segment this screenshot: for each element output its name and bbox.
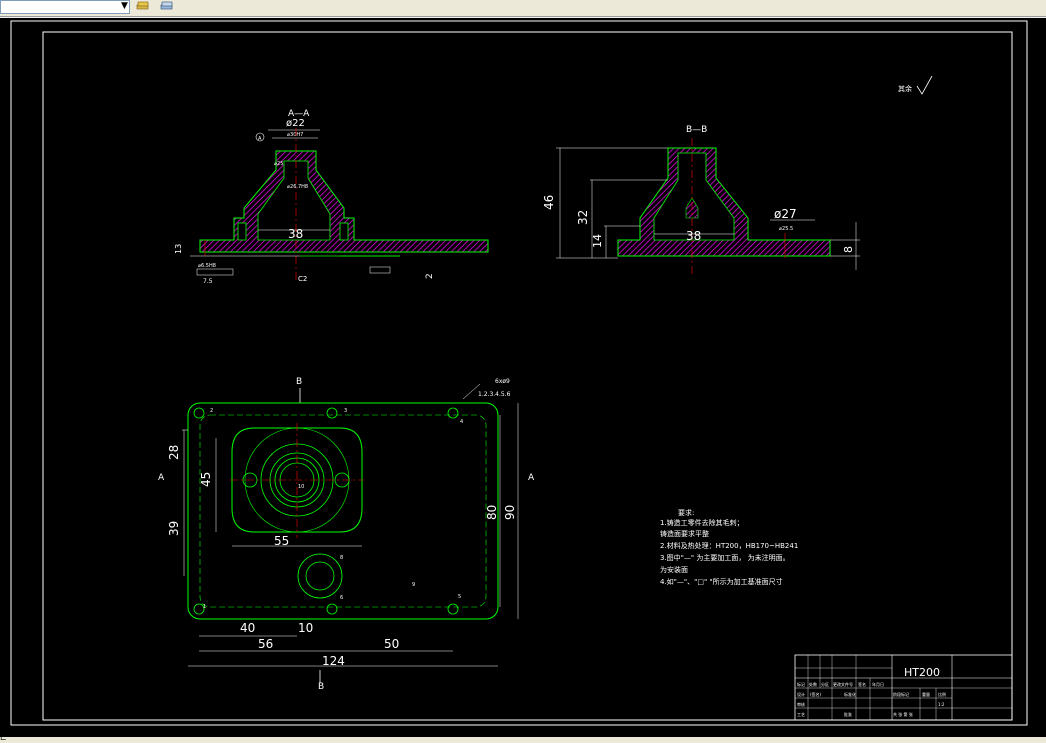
tol-d25-5: ⌀25.5 [779, 226, 793, 232]
roughness-note: 其余 [898, 84, 912, 93]
technical-notes: 要求: 1.铸造工零件去除其毛刺； 铸造面要求平整 2.材料及热处理：HT200… [660, 508, 798, 586]
section-bb-label: B—B [686, 125, 707, 135]
hole-label-9: 9 [412, 582, 415, 588]
hole-label-1: 1 [203, 604, 206, 610]
status-bar: ⊏ [0, 733, 1046, 743]
dim-124: 124 [322, 654, 345, 668]
dim-28: 28 [167, 445, 181, 460]
dim-10: 10 [298, 621, 313, 635]
tb-review: 审核 [797, 701, 805, 707]
dim-39: 39 [167, 521, 181, 536]
dim-c2: C2 [298, 275, 307, 283]
dim-90: 90 [503, 505, 517, 520]
tb-weight: 重量 [922, 691, 930, 697]
tb-date: 年月日 [872, 681, 884, 687]
tb-approve: 批准 [844, 711, 852, 717]
plan-a-right: A [528, 473, 535, 483]
tb-scale: 比例 [938, 691, 946, 697]
ucs-icon: ⊏ [0, 733, 7, 742]
chevron-down-icon[interactable]: ▼ [121, 1, 128, 11]
tb-mark: 标记 [797, 681, 805, 687]
tb-sheets: 共 张 第 张 [893, 711, 913, 717]
tb-count: 处数 [809, 681, 817, 687]
dim-50: 50 [384, 637, 399, 651]
dim-14: 14 [591, 234, 604, 248]
tb-scale-value: 1:2 [938, 702, 945, 707]
dim-2: 2 [425, 273, 435, 279]
layer-properties-icon[interactable] [136, 0, 150, 12]
plan-a-left: A [158, 473, 165, 483]
dim-d27: ø27 [774, 207, 797, 221]
dim-45: 45 [199, 472, 213, 487]
hole-label-3: 3 [344, 408, 347, 414]
dim-55: 55 [274, 534, 289, 548]
dim-7-5: 7.5 [203, 278, 213, 285]
notes-line1: 1.铸造工零件去除其毛刺； [660, 518, 744, 527]
plan-b-top: B [296, 377, 302, 387]
tb-zone: 分区 [821, 681, 829, 687]
tol-d25: ⌀25 [274, 161, 283, 167]
outer-frame [10, 20, 1028, 726]
hole-label-6: 6 [340, 595, 343, 601]
tb-change: 更改文件号 [833, 681, 853, 687]
tb-standard: 标准化 [844, 691, 856, 697]
hole-label-8: 8 [340, 555, 343, 561]
layer-states-icon[interactable] [160, 0, 174, 12]
dim-8: 8 [842, 246, 855, 253]
dim-40: 40 [240, 621, 255, 635]
plan-view: B B A A 10 8 2 3 4 1 6 5 9 6xø9 1.2.3.4.… [158, 377, 535, 692]
notes-line5: 为安装面 [660, 565, 688, 574]
section-aa-view: A—A ø22 ⌀30H7 A ⌀25 ⌀26.7H8 38 13 ⌀6.5H8… [174, 109, 489, 285]
hole-label-2: 2 [210, 408, 213, 414]
dim-32: 32 [576, 210, 590, 225]
dim-38-front: 38 [288, 227, 303, 241]
dim-46: 46 [542, 195, 556, 210]
tol-d26-7: ⌀26.7H8 [287, 184, 308, 190]
holes-callout: 6xø9 [495, 378, 510, 385]
tb-design-sign: (签名) [810, 691, 822, 697]
dim-80: 80 [485, 505, 499, 520]
notes-line4: 3.图中"—" 为主要加工面， 为未注明面。 [660, 553, 790, 562]
notes-line3: 2.材料及热处理：HT200，HB170~HB241 [660, 541, 798, 550]
tol-d6-5: ⌀6.5H8 [198, 263, 216, 269]
material-label: HT200 [904, 666, 940, 679]
notes-line6: 4.如"—"、"□" "所示为加工基准面尺寸 [660, 577, 783, 586]
notes-title: 要求: [678, 508, 694, 517]
tb-process: 工艺 [797, 712, 805, 717]
section-bb-view: B—B 46 32 14 38 ø27 ⌀25.5 8 [542, 125, 860, 276]
notes-line2: 铸造面要求平整 [660, 529, 709, 538]
datum-a-label: A [258, 136, 262, 142]
cad-drawing: A—A ø22 ⌀30H7 A ⌀25 ⌀26.7H8 38 13 ⌀6.5H8… [10, 20, 1028, 726]
hole-label-5: 5 [458, 594, 461, 600]
drawing-canvas[interactable]: A—A ø22 ⌀30H7 A ⌀25 ⌀26.7H8 38 13 ⌀6.5H8… [0, 18, 1046, 737]
hole-label-10: 10 [298, 484, 304, 490]
plan-b-bottom: B [318, 682, 324, 692]
dim-13: 13 [174, 244, 183, 254]
toolbar: ▼ [0, 0, 1046, 17]
tol-d30: ⌀30H7 [287, 132, 303, 138]
roughness-symbol-icon [916, 75, 933, 95]
tb-design: 设计 [797, 691, 805, 697]
layer-dropdown[interactable] [0, 0, 130, 14]
hole-label-4: 4 [460, 419, 463, 425]
tb-stage: 阶段标记 [893, 691, 909, 697]
dim-56: 56 [258, 637, 273, 651]
dim-38-side: 38 [686, 229, 701, 243]
dim-d22: ø22 [286, 118, 305, 129]
title-block: HT200 标记 处数 分区 更改文件号 签名 年月日 设计 (签名) 标准化 … [794, 654, 1013, 721]
inner-frame [42, 31, 1013, 721]
tb-sign: 签名 [858, 681, 866, 687]
holes-ids: 1.2.3.4.5.6 [478, 391, 511, 398]
